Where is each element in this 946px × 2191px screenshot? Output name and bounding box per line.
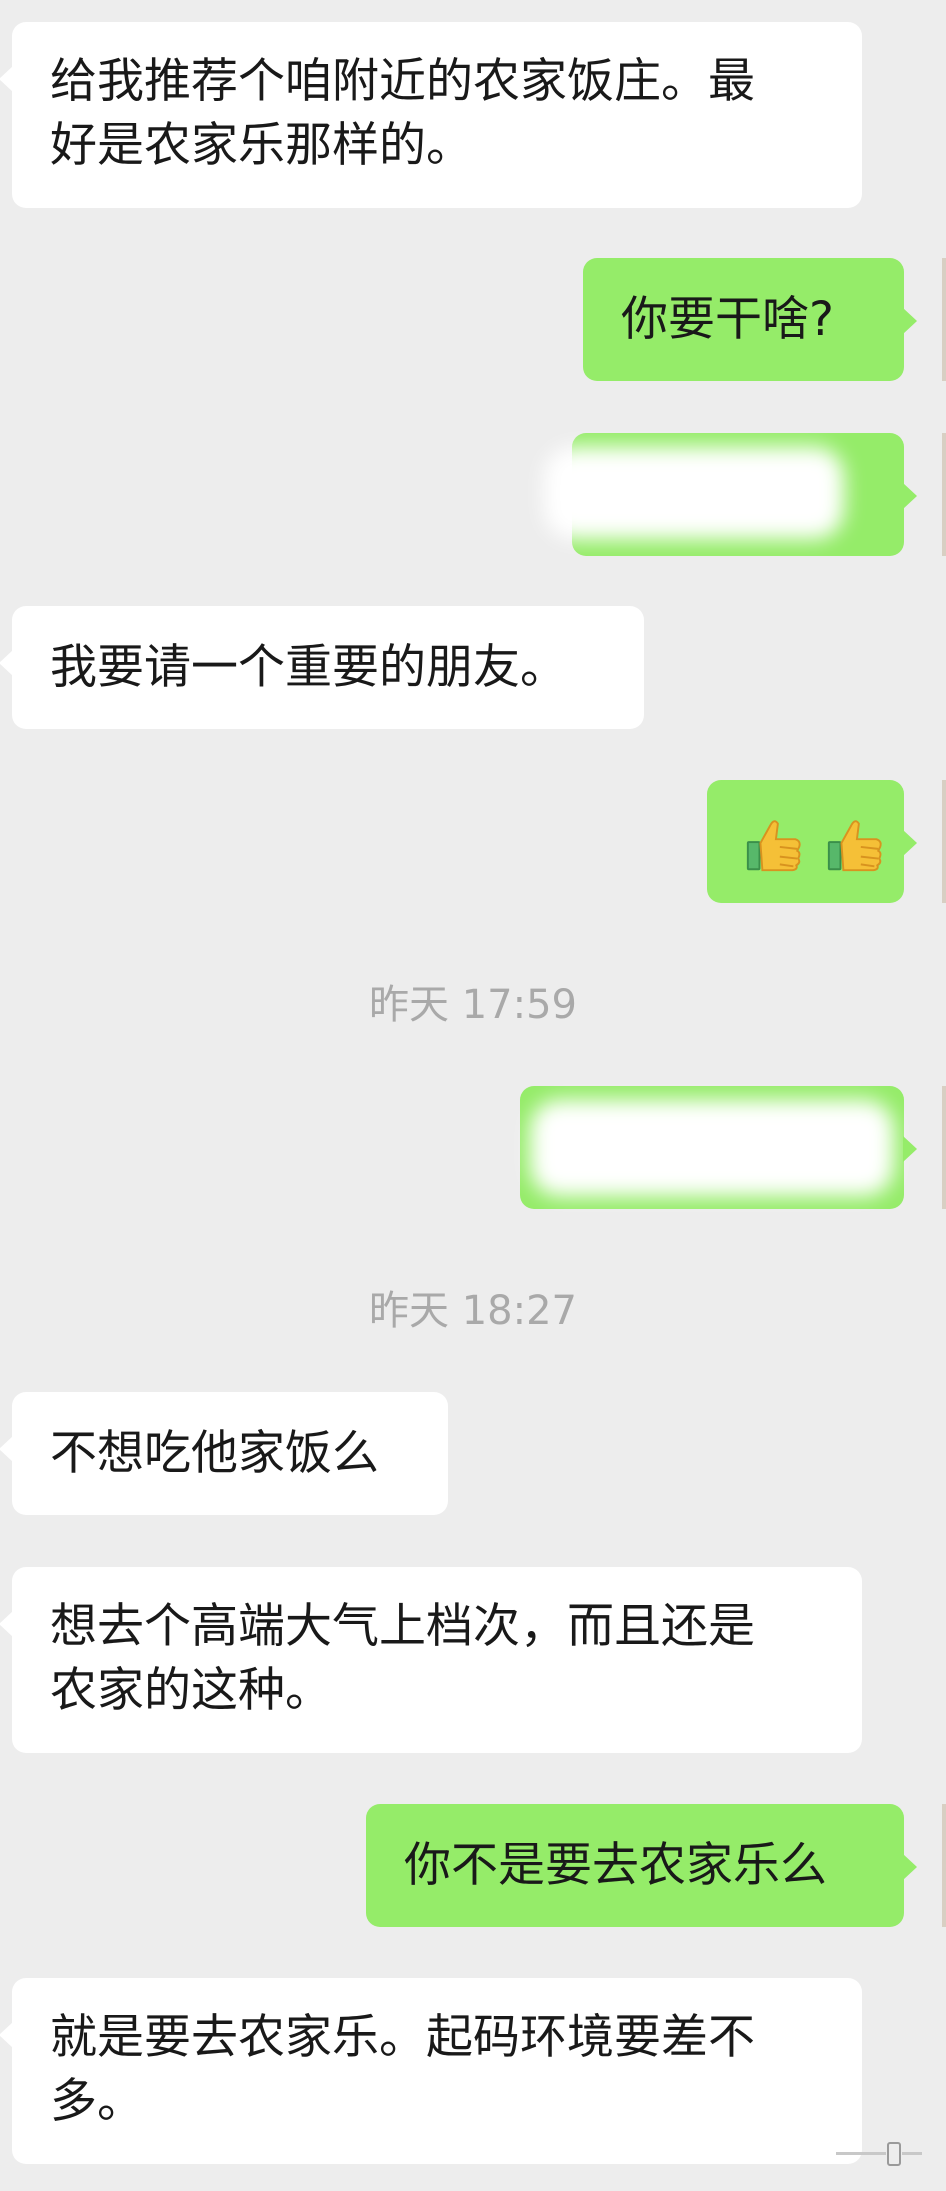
message-text: 我要请一个重要的朋友。 xyxy=(50,640,567,695)
incoming-message[interactable]: 不想吃他家饭么 xyxy=(0,1392,448,1515)
outgoing-message[interactable]: 你要干啥? xyxy=(583,258,917,381)
outgoing-message-obscured[interactable] xyxy=(520,1086,917,1209)
outgoing-message[interactable]: 你不是要去农家乐么 xyxy=(366,1804,917,1927)
message-text: 给我推荐个咱附近的农家饭庄。最 好是农家乐那样的。 xyxy=(50,54,755,173)
avatar-edge xyxy=(942,780,946,903)
message-text: 你不是要去农家乐么 xyxy=(404,1838,827,1893)
incoming-message[interactable]: 给我推荐个咱附近的农家饭庄。最 好是农家乐那样的。 xyxy=(0,22,862,208)
message-text: 就是要去农家乐。起码环境要差不 多。 xyxy=(50,2010,755,2129)
blur-overlay xyxy=(544,447,844,539)
watermark-icon xyxy=(836,2142,922,2166)
avatar-edge xyxy=(942,1086,946,1209)
thumbs-up-icon xyxy=(827,819,882,871)
thumbs-up-icon xyxy=(746,819,801,871)
incoming-message[interactable]: 想去个高端大气上档次，而且还是 农家的这种。 xyxy=(0,1567,862,1753)
avatar-edge xyxy=(942,258,946,381)
timestamp: 昨天 17:59 xyxy=(369,982,577,1028)
chat-history: 给我推荐个咱附近的农家饭庄。最 好是农家乐那样的。 你要干啥? 我要请一个重要的… xyxy=(0,0,946,2191)
avatar-edge xyxy=(942,1804,946,1927)
incoming-message[interactable]: 就是要去农家乐。起码环境要差不 多。 xyxy=(0,1978,862,2164)
avatar-edge xyxy=(942,433,946,556)
outgoing-message-obscured[interactable] xyxy=(544,433,917,556)
message-text: 不想吃他家饭么 xyxy=(50,1426,379,1481)
incoming-message[interactable]: 我要请一个重要的朋友。 xyxy=(0,606,644,729)
outgoing-emoji-message[interactable] xyxy=(707,780,917,903)
message-text: 想去个高端大气上档次，而且还是 农家的这种。 xyxy=(50,1599,755,1718)
message-text: 你要干啥? xyxy=(621,292,834,347)
timestamp: 昨天 18:27 xyxy=(369,1288,577,1334)
blur-overlay xyxy=(530,1100,894,1196)
